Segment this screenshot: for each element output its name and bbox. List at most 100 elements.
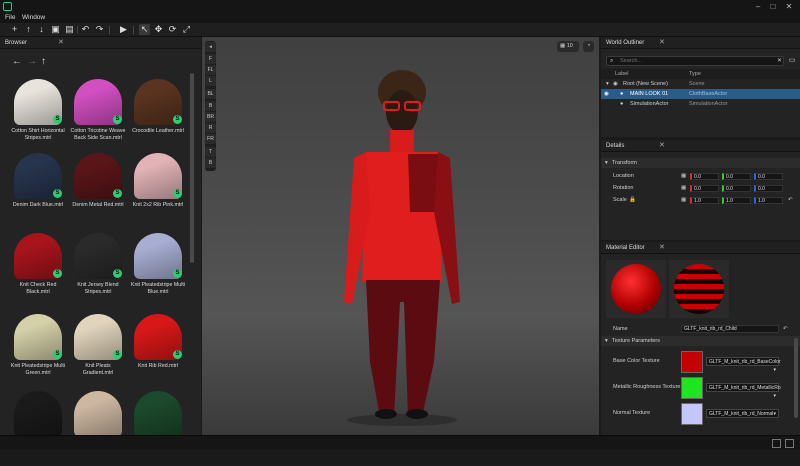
material-editor-tab[interactable]: Material Editor (606, 245, 645, 251)
camera-mode-icon[interactable]: ◔ (583, 41, 594, 52)
browser-tab[interactable]: Browser (5, 40, 27, 46)
details-tab[interactable]: Details (606, 143, 624, 149)
rotation-x-input[interactable]: 0.0 (690, 185, 719, 192)
outliner-row[interactable]: ● SimulationActor SimulationActor (601, 99, 800, 109)
close-tab-icon[interactable]: ✕ (659, 140, 665, 152)
material-thumbnail[interactable]: S Knit Pleatedstripe Multi Blue.mtrl (130, 233, 186, 308)
3d-viewport[interactable]: ◂ F FL L BL B BR R FR T B ▦ 10 ◔ (202, 37, 599, 435)
material-thumbnail[interactable]: S Knit 2x2 Rib Pink.mtrl (130, 153, 186, 228)
chevron-down-icon: ▾ (773, 393, 776, 399)
view-angle-button[interactable]: F (205, 54, 216, 64)
outliner-row[interactable]: ▾ ◉ Root (New Scene) Scene (601, 79, 800, 89)
lock-icon[interactable]: 🔒 (629, 195, 636, 205)
view-angle-button[interactable]: T (205, 147, 216, 157)
upload-icon[interactable]: ↑ (23, 24, 34, 35)
view-angle-button[interactable]: FR (205, 134, 216, 144)
view-angle-button[interactable]: R (205, 123, 216, 133)
collapse-icon[interactable]: ▾ (605, 158, 608, 168)
substance-badge-icon: S (173, 189, 182, 198)
add-folder-icon[interactable]: ▭ (787, 56, 797, 66)
outliner-row-selected[interactable]: ◉ ● MAIN LOOK 01 ClothBaseActor (601, 89, 800, 99)
back-arrow-icon[interactable]: ← (12, 56, 22, 67)
material-scrollbar[interactable] (794, 338, 798, 418)
redo-icon[interactable]: ↷ (94, 24, 105, 35)
view-toggle-icon[interactable]: ◂ (205, 42, 216, 52)
texture-swatch[interactable] (681, 403, 703, 425)
material-thumbnail[interactable] (10, 391, 66, 466)
texture-swatch[interactable] (681, 377, 703, 399)
material-thumbnail[interactable] (130, 391, 186, 466)
play-icon[interactable]: ▶ (118, 24, 129, 35)
select-tool-icon[interactable]: ↖ (139, 24, 150, 35)
material-thumbnail[interactable]: S Knit Rib Red.mtrl (130, 314, 186, 389)
minimize-icon[interactable]: – (752, 1, 764, 12)
material-thumbnail[interactable]: S Knit Pleats Gradient.mtrl (70, 314, 126, 389)
material-preview-plaid[interactable] (669, 260, 729, 318)
view-angle-button[interactable]: FL (205, 65, 216, 75)
material-thumbnail[interactable]: S Cotton Shirt Horizontal Stripes.mtrl (10, 79, 66, 154)
view-angle-button[interactable]: L (205, 76, 216, 86)
save-icon[interactable]: ▣ (50, 24, 61, 35)
view-angle-button[interactable]: BL (205, 89, 216, 99)
close-tab-icon[interactable]: ✕ (659, 242, 665, 254)
scale-x-input[interactable]: 1.0 (690, 197, 719, 204)
scale-y-input[interactable]: 1.0 (722, 197, 751, 204)
outliner-search-input[interactable]: ⌕ Search... ✕ (606, 56, 784, 66)
menu-window[interactable]: Window (22, 13, 45, 23)
texture-swatch[interactable] (681, 351, 703, 373)
close-window-icon[interactable]: ✕ (783, 1, 795, 12)
rotate-tool-icon[interactable]: ⟳ (167, 24, 178, 35)
grid-count-control[interactable]: ▦ 10 (557, 41, 579, 52)
material-thumbnail[interactable]: S Denim Metal Red.mtrl (70, 153, 126, 228)
reset-scale-icon[interactable]: ▦ (681, 195, 686, 205)
up-arrow-icon[interactable]: ↑ (41, 56, 46, 67)
maximize-icon[interactable]: □ (767, 1, 779, 12)
location-y-input[interactable]: 0.0 (722, 173, 751, 180)
location-z-input[interactable]: 0.0 (754, 173, 783, 180)
scale-z-input[interactable]: 1.0 (754, 197, 783, 204)
view-angle-button[interactable]: BR (205, 112, 216, 122)
material-thumbnail[interactable]: S Denim Dark Blue.mtrl (10, 153, 66, 228)
view-angle-button[interactable]: B (205, 158, 216, 168)
collapse-icon[interactable]: ▾ (606, 79, 609, 89)
menu-file[interactable]: File (5, 13, 15, 23)
fullscreen-icon[interactable] (785, 439, 794, 448)
texture-dropdown[interactable]: GLTF_M_knit_rib_rd_MetallicRo ▾ (706, 383, 781, 399)
rotation-y-input[interactable]: 0.0 (722, 185, 751, 192)
close-tab-icon[interactable]: ✕ (659, 37, 665, 49)
reset-rotation-icon[interactable]: ▦ (681, 183, 686, 193)
texture-dropdown[interactable]: GLTF_M_knit_rib_rd_Normal ▾ (706, 409, 779, 418)
material-thumbnail[interactable]: S Crocodile Leather.mtrl (130, 79, 186, 154)
material-thumbnail[interactable]: S Cotton Tricotine Weave Back Side Scan.m… (70, 79, 126, 154)
clear-search-icon[interactable]: ✕ (777, 57, 782, 66)
material-thumbnail[interactable] (70, 391, 126, 466)
reset-arrow-icon[interactable]: ↶ (788, 195, 793, 205)
save-as-icon[interactable]: ▤ (64, 24, 75, 35)
material-thumbnail[interactable]: S Knit Pleatedstripe Multi Green.mtrl (10, 314, 66, 389)
material-name-input[interactable]: GLTF_knit_rib_rd_Child (681, 325, 779, 333)
add-icon[interactable]: + (9, 24, 20, 35)
layout-icon[interactable] (772, 439, 781, 448)
texture-dropdown[interactable]: GLTF_M_knit_rib_rd_BaseColor ▾ (706, 357, 781, 373)
download-icon[interactable]: ↓ (36, 24, 47, 35)
avatar-model[interactable] (322, 62, 482, 427)
outliner-tab[interactable]: World Outliner (606, 40, 644, 46)
material-preview-sphere[interactable] (606, 260, 666, 318)
transform-section-header[interactable]: ▾ Transform (601, 158, 800, 168)
reset-location-icon[interactable]: ▦ (681, 171, 686, 181)
reset-arrow-icon[interactable]: ↶ (783, 324, 788, 334)
close-tab-icon[interactable]: ✕ (58, 37, 64, 49)
undo-icon[interactable]: ↶ (80, 24, 91, 35)
scale-tool-icon[interactable]: ⤢ (181, 24, 192, 35)
material-thumbnail[interactable]: S Knit Jersey Blend Stripes.mtrl (70, 233, 126, 308)
forward-arrow-icon[interactable]: → (27, 56, 37, 67)
material-thumbnail[interactable]: S Knit Check Red Black.mtrl (10, 233, 66, 308)
location-x-input[interactable]: 0.0 (690, 173, 719, 180)
view-angle-button[interactable]: B (205, 101, 216, 111)
visibility-eye-icon[interactable]: ◉ (604, 89, 609, 99)
texture-section-header[interactable]: ▾ Texture Parameters (601, 336, 800, 346)
collapse-icon[interactable]: ▾ (605, 336, 608, 346)
browser-scrollbar[interactable] (190, 73, 194, 263)
move-tool-icon[interactable]: ✥ (153, 24, 164, 35)
rotation-z-input[interactable]: 0.0 (754, 185, 783, 192)
